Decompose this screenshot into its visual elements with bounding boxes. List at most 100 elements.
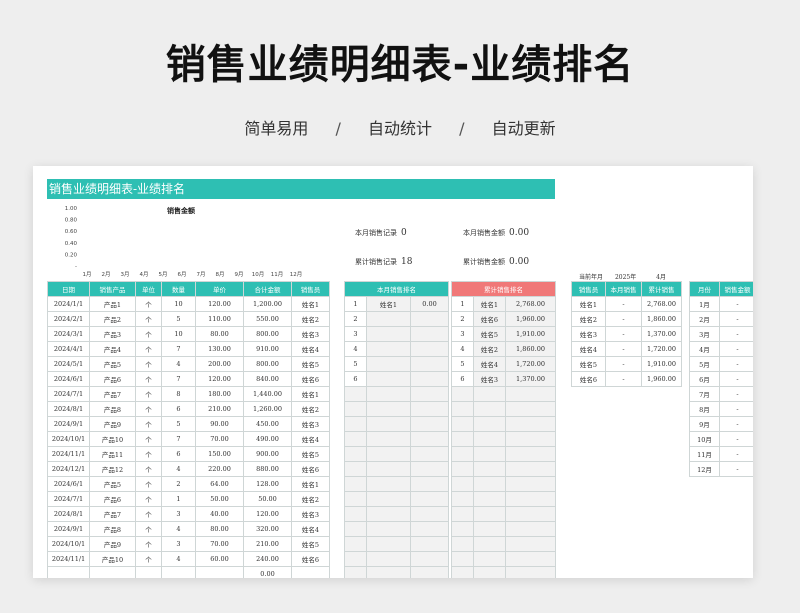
rank-cell	[366, 341, 411, 357]
rank-cell: 1,910.00	[504, 326, 557, 342]
monthly-header-cell: 月份	[689, 281, 720, 297]
tag-separator: /	[335, 119, 341, 138]
rank-cell	[366, 566, 411, 578]
rank-cell: 姓名6	[473, 311, 506, 327]
table-cell: 2024/6/1	[47, 371, 90, 387]
x-tick-label: 10月	[252, 271, 265, 278]
table-cell: 姓名5	[291, 536, 330, 552]
rank-cell	[344, 461, 367, 477]
table-cell: 姓名3	[571, 326, 606, 342]
rank-cell	[409, 521, 450, 537]
detail-header-cell: 合计金额	[243, 281, 292, 297]
table-cell: 8月	[689, 401, 720, 417]
rank-row	[344, 506, 450, 522]
rank-row	[344, 491, 450, 507]
table-cell: 70.00	[195, 536, 244, 552]
total-amount-stat: 累计销售金额 0.00	[463, 257, 529, 267]
table-cell: 120.00	[243, 506, 292, 522]
rank-row: 2	[344, 311, 450, 327]
table-row: 1月 -	[689, 296, 753, 312]
rank-row: 4 姓名2 1,860.00	[451, 341, 557, 357]
table-row: 2024/7/1 产品6 个 1 50.00 50.00 姓名2	[47, 491, 330, 507]
sales-detail-table: 日期 销售产品 单位 数量 单价 合计金额 销售员 2024/1/1 产品1 个 10 120.00…	[47, 281, 330, 578]
table-cell: 900.00	[243, 446, 292, 462]
table-row: 2024/2/1 产品2 个 5 110.00 550.00 姓名2	[47, 311, 330, 327]
month-amount-value: 0.00	[509, 228, 530, 238]
table-cell: 12月	[689, 461, 720, 477]
table-cell: 210.00	[195, 401, 244, 417]
rank-cell	[504, 536, 557, 552]
tag-auto-stats: 自动统计	[367, 119, 432, 138]
table-cell: -	[605, 326, 642, 342]
table-cell: 2024/10/1	[47, 431, 90, 447]
rank-row	[451, 476, 557, 492]
rank-cell	[409, 431, 450, 447]
rank-cell	[473, 491, 506, 507]
month-rank-header: 本月销售排名	[343, 281, 450, 297]
table-cell: -	[719, 371, 753, 387]
table-cell: 3	[161, 536, 196, 552]
table-cell: 4	[161, 356, 196, 372]
table-cell: 80.00	[195, 521, 244, 537]
y-tick-label: 0.20	[65, 252, 78, 258]
rank-cell	[409, 566, 450, 578]
table-cell: 产品6	[89, 371, 136, 387]
table-cell: 个	[135, 416, 162, 432]
table-cell: 210.00	[243, 536, 292, 552]
rank-cell	[473, 446, 506, 462]
table-cell: 5	[161, 311, 196, 327]
rank-row	[344, 566, 450, 578]
rank-cell	[366, 431, 411, 447]
table-cell: 个	[135, 521, 162, 537]
table-cell: 姓名6	[291, 371, 330, 387]
rank-row: 1 姓名1 0.00	[344, 296, 450, 312]
table-cell: 2024/8/1	[47, 401, 90, 417]
table-cell: 2024/1/1	[47, 296, 90, 312]
rank-cell	[409, 491, 450, 507]
rank-cell: 5	[451, 356, 474, 372]
table-cell: -	[605, 371, 642, 387]
rank-cell	[473, 536, 506, 552]
rank-cell	[409, 371, 450, 387]
table-cell: 个	[135, 356, 162, 372]
detail-header-cell: 单价	[195, 281, 244, 297]
month-rank-table: 本月销售排名 1 姓名1 0.00 2 3 4 5 6	[343, 281, 450, 578]
rank-cell	[344, 446, 367, 462]
current-year: 2025年	[614, 274, 637, 281]
month-count-stat: 本月销售记录 0	[355, 228, 407, 238]
table-row: 姓名5-1,910.00	[571, 356, 682, 372]
rank-row	[344, 446, 450, 462]
table-cell: 1	[161, 491, 196, 507]
rank-cell: 1	[451, 296, 474, 312]
rank-cell	[366, 311, 411, 327]
rank-row	[344, 416, 450, 432]
table-cell: 2024/7/1	[47, 386, 90, 402]
rank-row	[451, 446, 557, 462]
table-cell: 240.00	[243, 551, 292, 567]
rank-cell	[409, 506, 450, 522]
table-cell: 2024/8/1	[47, 506, 90, 522]
rank-cell	[504, 431, 557, 447]
table-cell: 姓名1	[571, 296, 606, 312]
rank-cell	[504, 551, 557, 567]
table-cell: 60.00	[195, 551, 244, 567]
rank-cell	[451, 431, 474, 447]
detail-header-cell: 单位	[135, 281, 162, 297]
table-cell: 1,910.00	[641, 356, 682, 372]
rank-row	[451, 536, 557, 552]
rank-row	[451, 401, 557, 417]
rank-row	[344, 401, 450, 417]
x-tick-label: 11月	[271, 271, 284, 278]
table-row: 2024/8/1 产品7 个 3 40.00 120.00 姓名3	[47, 506, 330, 522]
table-cell: 产品8	[89, 521, 136, 537]
rank-cell	[504, 401, 557, 417]
rank-cell: 1,370.00	[504, 371, 557, 387]
rank-cell	[409, 476, 450, 492]
table-row: 3月 -	[689, 326, 753, 342]
table-row: 姓名3-1,370.00	[571, 326, 682, 342]
rank-cell	[366, 386, 411, 402]
table-cell: 姓名4	[291, 521, 330, 537]
table-cell: 产品7	[89, 386, 136, 402]
table-cell: 产品9	[89, 416, 136, 432]
rank-cell: 2,768.00	[504, 296, 557, 312]
